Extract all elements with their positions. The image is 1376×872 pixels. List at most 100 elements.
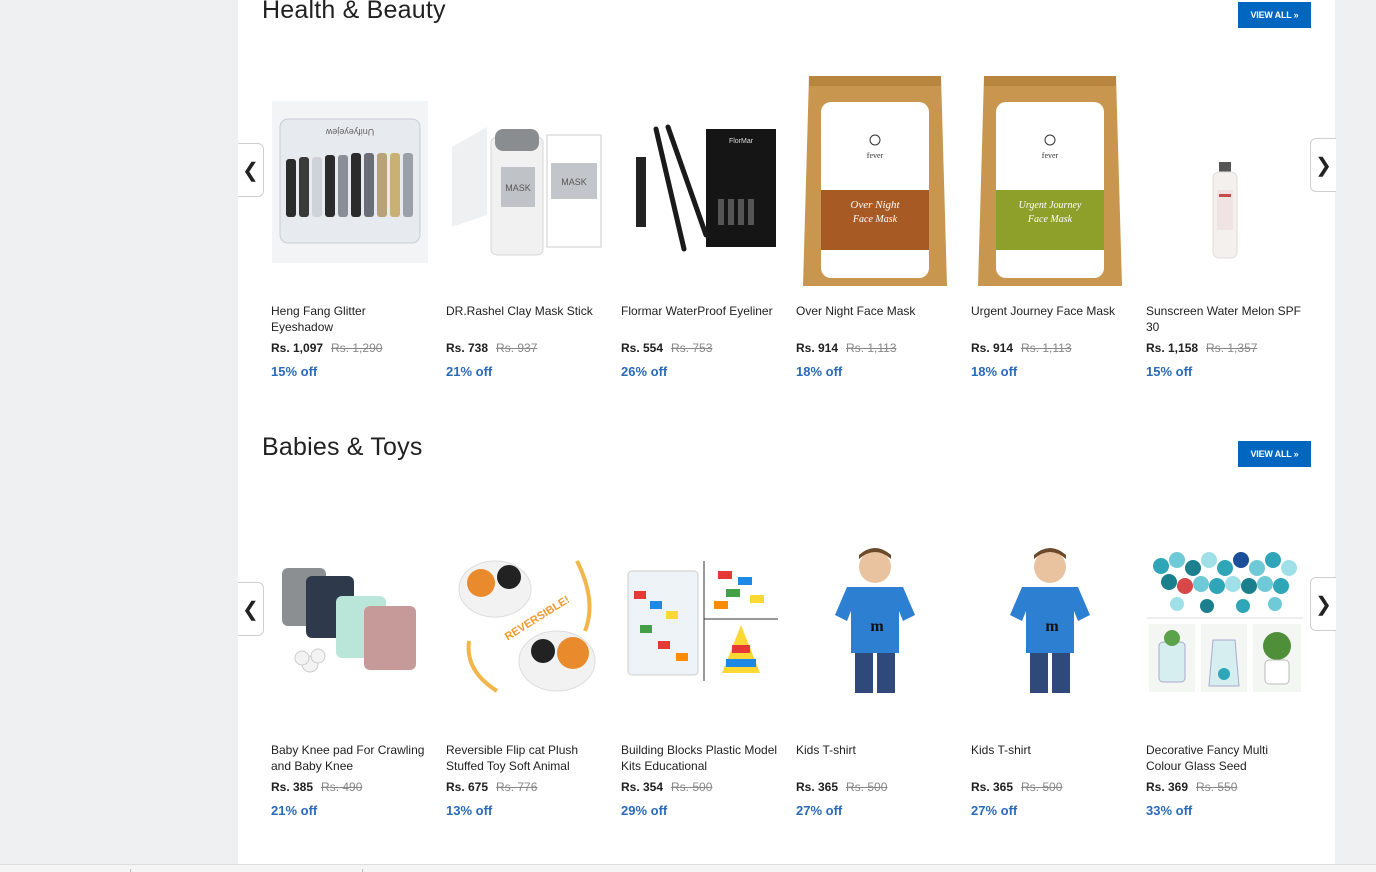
svg-text:fever: fever — [1042, 151, 1059, 160]
product-name[interactable]: Baby Knee pad For Crawling and Baby Knee — [271, 742, 429, 774]
product-image[interactable] — [1146, 72, 1304, 292]
product-name[interactable]: Sunscreen Water Melon SPF 30 — [1146, 303, 1304, 335]
content-panel: Health & Beauty VIEW ALL » ❮ ❯ Unifyeyej… — [238, 0, 1336, 864]
product-name[interactable]: Flormar WaterProof Eyeliner — [621, 303, 779, 319]
product-old-price: Rs. 1,290 — [331, 341, 383, 355]
product-price: Rs. 914 — [971, 341, 1014, 355]
product-discount: 18% off — [971, 364, 1018, 379]
product-old-price: Rs. 753 — [671, 341, 713, 355]
product-price: Rs. 365 — [971, 780, 1014, 794]
product-prices: Rs. 365 Rs. 500 — [796, 780, 887, 794]
product-prices: Rs. 914 Rs. 1,113 — [971, 341, 1072, 355]
product-discount: 27% off — [796, 803, 843, 818]
svg-text:FlorMar: FlorMar — [729, 138, 754, 145]
svg-text:Face Mask: Face Mask — [1027, 214, 1073, 225]
product-prices: Rs. 738 Rs. 937 — [446, 341, 537, 355]
product-name[interactable]: Heng Fang Glitter Eyeshadow — [271, 303, 429, 335]
svg-text:Face Mask: Face Mask — [852, 214, 898, 225]
svg-text:Urgent Journey: Urgent Journey — [1019, 200, 1082, 211]
kids-tshirt-image: m — [972, 541, 1128, 701]
product-old-price: Rs. 500 — [846, 780, 888, 794]
product-old-price: Rs. 500 — [1021, 780, 1063, 794]
kids-tshirt-image: m — [797, 541, 953, 701]
svg-text:MASK: MASK — [561, 177, 587, 187]
product-image[interactable]: REVERSIBLE! — [446, 511, 604, 731]
product-discount: 33% off — [1146, 803, 1193, 818]
product-old-price: Rs. 1,357 — [1206, 341, 1258, 355]
product-old-price: Rs. 1,113 — [1021, 341, 1072, 355]
product-price: Rs. 369 — [1146, 780, 1189, 794]
product-prices: Rs. 354 Rs. 500 — [621, 780, 712, 794]
section-title: Babies & Toys — [262, 433, 423, 461]
product-image[interactable]: FlorMar — [621, 72, 779, 292]
product-price: Rs. 365 — [796, 780, 839, 794]
product-price: Rs. 554 — [621, 341, 664, 355]
svg-text:fever: fever — [867, 151, 884, 160]
section-babies-toys: Babies & Toys VIEW ALL » ❮ ❯ Baby Knee p… — [238, 433, 1336, 853]
product-image[interactable]: Unifyeyejew — [271, 72, 429, 292]
product-price: Rs. 354 — [621, 780, 664, 794]
product-prices: Rs. 1,097 Rs. 1,290 — [271, 341, 382, 355]
product-image[interactable]: fever Urgent Journey Face Mask — [971, 72, 1129, 292]
cat-plush-image: REVERSIBLE! — [447, 541, 603, 701]
view-all-button[interactable]: VIEW ALL » — [1238, 2, 1311, 28]
svg-text:m: m — [870, 618, 884, 635]
product-old-price: Rs. 776 — [496, 780, 538, 794]
product-prices: Rs. 1,158 Rs. 1,357 — [1146, 341, 1257, 355]
product-image[interactable]: m — [796, 511, 954, 731]
product-old-price: Rs. 550 — [1196, 780, 1238, 794]
product-image[interactable]: m — [971, 511, 1129, 731]
product-discount: 27% off — [971, 803, 1018, 818]
carousel-next-button[interactable]: ❯ — [1310, 577, 1336, 631]
svg-text:MASK: MASK — [505, 183, 531, 193]
product-name[interactable]: Urgent Journey Face Mask — [971, 303, 1129, 319]
product-discount: 26% off — [621, 364, 668, 379]
product-prices: Rs. 369 Rs. 550 — [1146, 780, 1237, 794]
product-prices: Rs. 365 Rs. 500 — [971, 780, 1062, 794]
product-name[interactable]: Kids T-shirt — [971, 742, 1129, 758]
product-name[interactable]: DR.Rashel Clay Mask Stick — [446, 303, 604, 319]
section-health-beauty: Health & Beauty VIEW ALL » ❮ ❯ Unifyeyej… — [238, 0, 1336, 420]
section-title: Health & Beauty — [262, 0, 446, 24]
product-price: Rs. 1,158 — [1146, 341, 1199, 355]
product-discount: 18% off — [796, 364, 843, 379]
view-all-button[interactable]: VIEW ALL » — [1238, 441, 1311, 467]
product-price: Rs. 675 — [446, 780, 489, 794]
product-prices: Rs. 554 Rs. 753 — [621, 341, 712, 355]
product-discount: 29% off — [621, 803, 668, 818]
product-name[interactable]: Kids T-shirt — [796, 742, 954, 758]
product-old-price: Rs. 490 — [321, 780, 363, 794]
product-name[interactable]: Over Night Face Mask — [796, 303, 954, 319]
product-image[interactable] — [271, 511, 429, 731]
building-blocks-image — [622, 561, 778, 681]
eyeshadow-image: Unifyeyejew — [272, 101, 428, 263]
product-image[interactable] — [1146, 511, 1304, 731]
product-name[interactable]: Building Blocks Plastic Model Kits Educa… — [621, 742, 779, 774]
clay-mask-image: MASK MASK — [447, 107, 603, 257]
face-mask-pouch-image: fever Over Night Face Mask — [803, 76, 947, 286]
svg-text:Over Night: Over Night — [850, 199, 900, 211]
carousel-prev-button[interactable]: ❮ — [238, 582, 264, 636]
product-name[interactable]: Decorative Fancy Multi Colour Glass Seed — [1146, 742, 1304, 774]
eyeliner-image: FlorMar — [622, 107, 778, 257]
product-image[interactable]: fever Over Night Face Mask — [796, 72, 954, 292]
product-name[interactable]: Reversible Flip cat Plush Stuffed Toy So… — [446, 742, 604, 774]
sunscreen-bottle-image — [1147, 102, 1303, 262]
knee-pad-image — [272, 546, 428, 696]
carousel-next-button[interactable]: ❯ — [1310, 138, 1336, 192]
product-price: Rs. 914 — [796, 341, 839, 355]
product-prices: Rs. 675 Rs. 776 — [446, 780, 537, 794]
product-price: Rs. 738 — [446, 341, 489, 355]
product-image[interactable] — [621, 511, 779, 731]
product-image[interactable]: MASK MASK — [446, 72, 604, 292]
svg-text:Unifyeyejew: Unifyeyejew — [325, 127, 374, 137]
carousel-prev-button[interactable]: ❮ — [238, 143, 264, 197]
product-discount: 13% off — [446, 803, 493, 818]
glass-seed-image — [1147, 546, 1303, 696]
bottom-bar — [0, 864, 1376, 872]
product-price: Rs. 1,097 — [271, 341, 324, 355]
product-prices: Rs. 914 Rs. 1,113 — [796, 341, 897, 355]
product-price: Rs. 385 — [271, 780, 314, 794]
product-old-price: Rs. 500 — [671, 780, 713, 794]
product-old-price: Rs. 937 — [496, 341, 538, 355]
